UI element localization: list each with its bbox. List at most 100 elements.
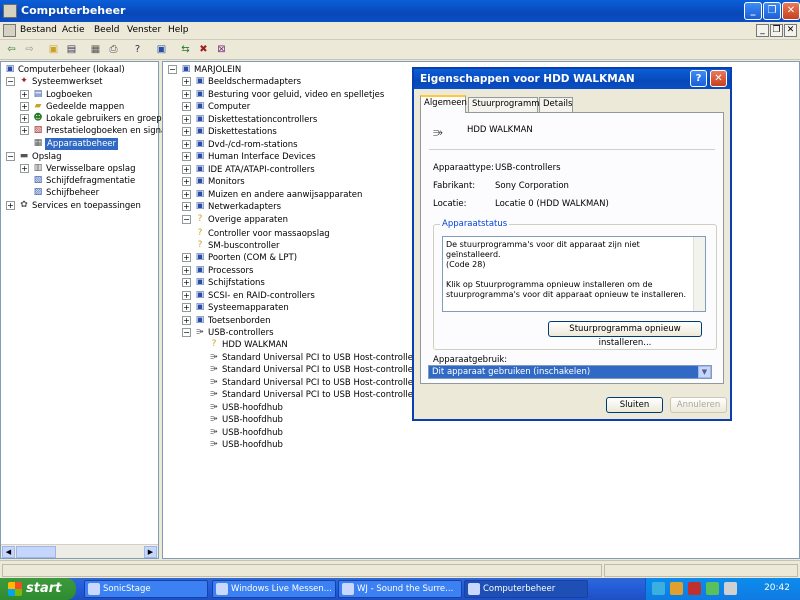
expand-icon[interactable]: + [182, 278, 191, 287]
device-status-title: Apparaatstatus [440, 219, 510, 229]
expand-icon[interactable]: + [182, 315, 191, 325]
device-manager-icon: ▦ [33, 138, 43, 148]
expand-icon[interactable]: + [182, 152, 191, 161]
expand-icon[interactable]: + [182, 253, 191, 262]
expand-icon[interactable]: + [6, 201, 15, 210]
device-category-icon: ▣ [195, 138, 205, 149]
device-category-icon: ▣ [195, 188, 205, 199]
menu-actie[interactable]: Actie [62, 25, 85, 35]
dialog-close-button[interactable]: ✕ [710, 70, 727, 87]
expand-icon[interactable]: + [182, 303, 191, 312]
scroll-right-icon[interactable]: ▶ [144, 546, 157, 558]
computer-icon: ▣ [5, 64, 15, 74]
expand-icon[interactable]: + [182, 164, 191, 174]
up-folder-icon[interactable]: ▣ [46, 43, 61, 57]
tray-icon[interactable] [706, 582, 719, 595]
expand-icon[interactable]: + [182, 127, 191, 136]
tab-stuurprogramma[interactable]: Stuurprogramma [468, 97, 545, 112]
expand-icon[interactable]: + [182, 189, 191, 199]
storage-icon: ▬ [19, 151, 29, 161]
mdi-minimize-button[interactable]: _ [756, 24, 769, 37]
computer-icon: ▣ [181, 64, 191, 74]
reinstall-driver-button[interactable]: Stuurprogramma opnieuw installeren... [548, 321, 702, 348]
menu-bestand[interactable]: Bestand [20, 25, 57, 35]
print-icon[interactable]: ⎙ [106, 43, 121, 57]
expand-icon[interactable]: + [182, 265, 191, 275]
unknown-device-icon: ? [197, 213, 203, 224]
defrag-icon: ▧ [33, 175, 43, 185]
close-dialog-button[interactable]: Sluiten [606, 397, 663, 413]
task-computerbeheer[interactable]: Computerbeheer [464, 580, 588, 598]
expand-icon[interactable]: + [20, 114, 29, 123]
scroll-thumb[interactable] [16, 546, 56, 558]
show-tree-icon[interactable]: ▤ [64, 43, 79, 57]
update-driver-icon[interactable]: ⇆ [178, 43, 193, 57]
expand-icon[interactable]: + [182, 139, 191, 149]
task-sonicstage[interactable]: SonicStage [84, 580, 208, 598]
tray-icon[interactable] [670, 582, 683, 595]
tab-details[interactable]: Details [539, 97, 573, 112]
task-messenger[interactable]: Windows Live Messen... [212, 580, 336, 598]
start-button[interactable]: start [0, 578, 76, 600]
chevron-down-icon[interactable]: ▼ [698, 366, 711, 378]
device-name: HDD WALKMAN [467, 125, 533, 135]
uninstall-icon[interactable]: ✖ [196, 43, 211, 57]
menu-beeld[interactable]: Beeld [94, 25, 119, 35]
expand-icon[interactable]: + [182, 89, 191, 99]
forward-icon[interactable]: ⇨ [22, 43, 37, 57]
disable-device-icon[interactable]: ⊠ [214, 43, 229, 57]
expand-icon[interactable]: + [20, 90, 29, 99]
expand-icon[interactable]: + [182, 202, 191, 211]
expand-icon[interactable]: + [182, 177, 191, 186]
collapse-icon[interactable]: − [6, 152, 15, 161]
close-button[interactable]: ✕ [782, 2, 800, 20]
minimize-button[interactable]: _ [744, 2, 762, 20]
collapse-icon[interactable]: − [6, 77, 15, 86]
device-category-icon: ▣ [195, 314, 205, 325]
collapse-icon[interactable]: − [182, 328, 191, 337]
mdi-close-button[interactable]: ✕ [784, 24, 797, 37]
menu-bar: Bestand Actie Beeld Venster Help _ ❐ ✕ [0, 22, 800, 40]
help-icon[interactable]: ? [130, 43, 145, 57]
device-category-icon: ▣ [195, 252, 205, 262]
status-scrollbar[interactable] [693, 237, 705, 311]
unknown-device-icon: ? [197, 228, 203, 238]
usb-icon: ⭄ [210, 401, 218, 412]
scroll-left-icon[interactable]: ◀ [2, 546, 15, 558]
horizontal-scrollbar[interactable]: ◀ ▶ [1, 544, 158, 558]
device-status-textbox[interactable]: De stuurprogramma's voor dit apparaat zi… [442, 236, 706, 312]
collapse-icon[interactable]: − [168, 65, 177, 74]
tray-icon[interactable] [652, 582, 665, 595]
back-icon[interactable]: ⇦ [4, 43, 19, 57]
device-category-icon: ▣ [195, 88, 205, 99]
clock: 20:42 [764, 583, 790, 593]
expand-icon[interactable]: + [182, 102, 191, 111]
security-shield-icon[interactable] [688, 582, 701, 595]
expand-icon[interactable]: + [182, 114, 191, 124]
cancel-button[interactable]: Annuleren [670, 397, 727, 413]
status-bar [0, 560, 800, 578]
expand-icon[interactable]: + [20, 102, 29, 111]
device-category-icon: ▣ [195, 264, 205, 275]
volume-icon[interactable] [724, 582, 737, 595]
device-usage-select[interactable]: Dit apparaat gebruiken (inschakelen) ▼ [428, 365, 712, 379]
task-browser[interactable]: WJ - Sound the Surre... [338, 580, 462, 598]
collapse-icon[interactable]: − [182, 214, 191, 224]
device-category-icon: ▣ [195, 201, 205, 211]
expand-icon[interactable]: + [20, 126, 29, 135]
scan-hardware-icon[interactable]: ▣ [154, 43, 169, 57]
usb-icon: ⭄ [210, 414, 218, 424]
menu-help[interactable]: Help [168, 25, 189, 35]
expand-icon[interactable]: + [182, 290, 191, 300]
tab-algemeen[interactable]: Algemeen [420, 95, 467, 113]
device-category-icon: ▣ [195, 163, 205, 174]
status-segment [2, 564, 602, 577]
properties-icon[interactable]: ▦ [88, 43, 103, 57]
menu-venster[interactable]: Venster [127, 25, 161, 35]
expand-icon[interactable]: + [182, 77, 191, 86]
app-menu-icon[interactable] [3, 24, 16, 37]
dialog-help-button[interactable]: ? [690, 70, 707, 87]
maximize-button[interactable]: ❐ [763, 2, 781, 20]
expand-icon[interactable]: + [20, 164, 29, 173]
mdi-restore-button[interactable]: ❐ [770, 24, 783, 37]
